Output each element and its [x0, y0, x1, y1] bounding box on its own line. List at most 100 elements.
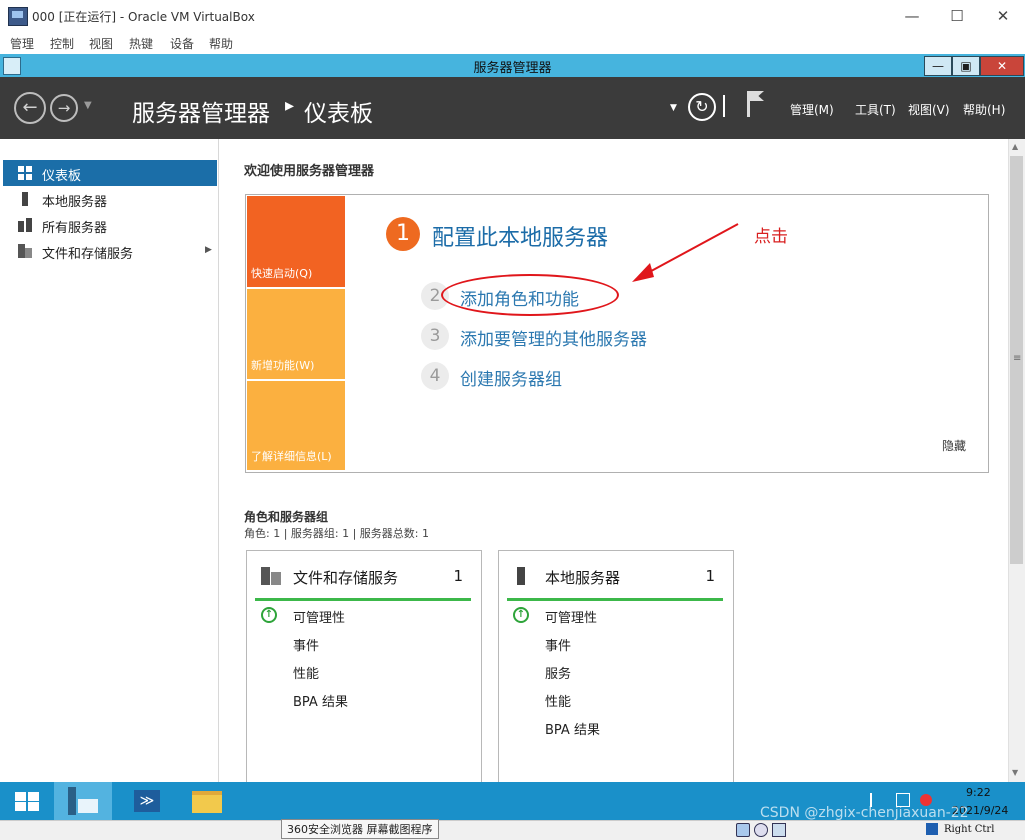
menu-tools[interactable]: 工具(T) — [855, 101, 896, 118]
taskbar-server-manager[interactable] — [54, 782, 112, 820]
windows-logo-icon — [15, 792, 39, 811]
server-manager-header: ← → ▼ 服务器管理器 ▸ 仪表板 ▼ ↻ 管理(M) 工具(T) 视图(V)… — [0, 77, 1025, 139]
breadcrumb-separator: ▸ — [285, 95, 295, 116]
header-divider — [723, 95, 725, 117]
maximize-button[interactable]: ☐ — [942, 5, 972, 27]
taskbar-powershell[interactable]: ≫ — [118, 782, 176, 820]
status-audio-icon — [772, 823, 786, 837]
sidebar-item-label: 所有服务器 — [42, 221, 108, 236]
tile-label: 快速启动(Q) — [251, 267, 313, 280]
scroll-grip-icon: ≡ — [1013, 353, 1022, 364]
server-icon — [517, 567, 525, 585]
sidebar-item-dashboard[interactable]: 仪表板 — [3, 160, 217, 186]
servers-icon — [18, 218, 32, 232]
annotation-arrow — [632, 223, 739, 282]
storage-icon — [261, 567, 281, 585]
status-ok-icon: ↑ — [261, 607, 277, 623]
status-disk-icon — [736, 823, 750, 837]
tile-quick-start[interactable]: 快速启动(Q) — [247, 196, 345, 287]
scroll-down-arrow-icon[interactable]: ▼ — [1012, 768, 1018, 777]
sm-restore-button[interactable]: ▣ — [952, 56, 980, 76]
flag-icon[interactable] — [747, 91, 750, 117]
tile-whats-new[interactable]: 新增功能(W) — [247, 289, 345, 379]
taskbar-file-explorer[interactable] — [178, 782, 236, 820]
start-button[interactable] — [0, 782, 58, 820]
history-dropdown-icon[interactable]: ▼ — [84, 100, 92, 111]
sidebar-item-local-server[interactable]: 本地服务器 — [3, 186, 217, 212]
step-1-badge: 1 — [386, 217, 420, 251]
menu-view[interactable]: 视图 — [89, 35, 113, 52]
refresh-dropdown-icon[interactable]: ▼ — [670, 103, 677, 113]
menu-help[interactable]: 帮助 — [209, 35, 233, 52]
sidebar-item-file-storage[interactable]: 文件和存储服务 ▶ — [3, 238, 217, 264]
card-row-events[interactable]: 事件 — [545, 635, 571, 654]
vbox-window-title: 000 [正在运行] - Oracle VM VirtualBox — [32, 10, 255, 24]
add-servers-link[interactable]: 添加要管理的其他服务器 — [460, 325, 647, 350]
card-row-manageability[interactable]: 可管理性 — [293, 607, 345, 626]
status-bar — [255, 598, 471, 601]
status-keyboard-icon — [926, 823, 938, 835]
card-title: 文件和存储服务 — [293, 569, 399, 587]
tile-label: 新增功能(W) — [251, 359, 315, 372]
server-manager-title-bar: 服务器管理器 — ▣ ✕ — [0, 54, 1025, 77]
sidebar-item-label: 文件和存储服务 — [42, 247, 134, 262]
vbox-status-bar — [0, 820, 1025, 840]
menu-help-h[interactable]: 帮助(H) — [963, 101, 1005, 118]
annotation-ellipse — [441, 274, 619, 316]
welcome-title: 欢迎使用服务器管理器 — [244, 164, 375, 179]
card-row-services[interactable]: 服务 — [545, 663, 571, 682]
menu-control[interactable]: 控制 — [50, 35, 74, 52]
folder-icon — [192, 791, 222, 813]
card-count: 1 — [705, 567, 715, 585]
card-row-bpa[interactable]: BPA 结果 — [545, 719, 600, 738]
sm-minimize-button[interactable]: — — [924, 56, 952, 76]
sidebar-item-all-servers[interactable]: 所有服务器 — [3, 212, 217, 238]
status-bar — [507, 598, 723, 601]
configure-local-server-link[interactable]: 配置此本地服务器 — [432, 220, 608, 252]
sidebar-item-label: 本地服务器 — [42, 195, 108, 210]
storage-icon — [18, 244, 32, 258]
header-subtitle: 仪表板 — [304, 101, 373, 127]
card-row-performance[interactable]: 性能 — [545, 691, 571, 710]
card-row-events[interactable]: 事件 — [293, 635, 319, 654]
powershell-icon: ≫ — [134, 790, 160, 812]
menu-view-v[interactable]: 视图(V) — [908, 101, 950, 118]
virtualbox-vm-icon — [8, 7, 28, 26]
card-title: 本地服务器 — [545, 569, 621, 587]
card-row-performance[interactable]: 性能 — [293, 663, 319, 682]
watermark: CSDN @zhgix-chenjiaxuan-22 — [760, 805, 969, 821]
menu-manage-m[interactable]: 管理(M) — [790, 101, 834, 118]
menu-manage[interactable]: 管理 — [10, 35, 34, 52]
minimize-button[interactable]: — — [897, 5, 927, 27]
clock-time[interactable]: 9:22 — [966, 786, 991, 799]
hide-link[interactable]: 隐藏 — [942, 437, 966, 454]
sm-close-button[interactable]: ✕ — [980, 56, 1024, 76]
sidebar-item-label: 仪表板 — [42, 169, 82, 184]
close-button[interactable]: ✕ — [988, 5, 1018, 27]
flag-icon-shape — [750, 91, 764, 101]
step-3-badge: 3 — [421, 322, 449, 350]
host-key-label: Right Ctrl — [944, 824, 995, 835]
role-card-local-server[interactable]: 本地服务器 1 ↑ 可管理性 事件 服务 性能 BPA 结果 — [498, 550, 734, 792]
annotation-label: 点击 — [754, 227, 788, 247]
forward-arrow-icon[interactable]: → — [50, 94, 78, 122]
roles-summary: 角色: 1 | 服务器组: 1 | 服务器总数: 1 — [244, 527, 430, 540]
scroll-up-arrow-icon[interactable]: ▲ — [1012, 142, 1018, 151]
role-card-file-storage[interactable]: 文件和存储服务 1 ↑ 可管理性 事件 性能 BPA 结果 — [246, 550, 482, 792]
status-optical-icon — [754, 823, 768, 837]
card-count: 1 — [453, 567, 463, 585]
menu-hotkey[interactable]: 热键 — [129, 35, 153, 52]
vbox-title-bar: 000 [正在运行] - Oracle VM VirtualBox — ☐ ✕ — [0, 0, 1025, 32]
create-server-group-link[interactable]: 创建服务器组 — [460, 365, 562, 390]
server-manager-icon — [68, 787, 98, 815]
expand-arrow-icon[interactable]: ▶ — [205, 245, 212, 255]
tile-learn-more[interactable]: 了解详细信息(L) — [247, 381, 345, 470]
taskbar-tooltip: 360安全浏览器 屏幕截图程序 — [281, 819, 439, 839]
back-arrow-icon[interactable]: ← — [14, 92, 46, 124]
step-4-badge: 4 — [421, 362, 449, 390]
menu-devices[interactable]: 设备 — [170, 35, 194, 52]
refresh-icon[interactable]: ↻ — [688, 93, 716, 121]
card-row-manageability[interactable]: 可管理性 — [545, 607, 597, 626]
vbox-menu-bar: 管理 控制 视图 热键 设备 帮助 — [0, 32, 1025, 54]
card-row-bpa[interactable]: BPA 结果 — [293, 691, 348, 710]
